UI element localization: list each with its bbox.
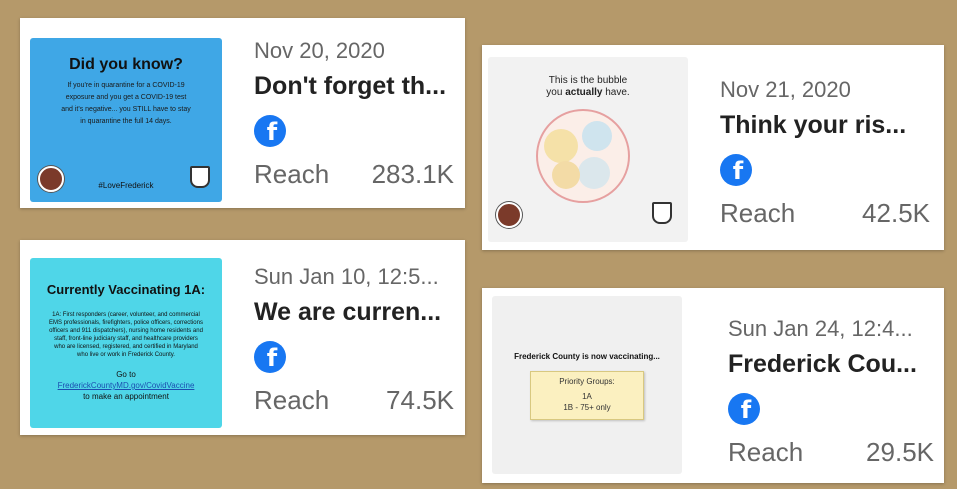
reach-label: Reach (720, 198, 796, 228)
facebook-icon: f (254, 341, 286, 373)
post-card-2[interactable]: This is the bubble you actually have. No… (482, 45, 944, 250)
thumb-heading: Did you know? (69, 56, 183, 73)
post-date: Sun Jan 24, 12:4... (728, 316, 913, 341)
reach-label: Reach (254, 385, 330, 415)
reach-value: 283.1K (371, 159, 454, 189)
thumb-body: 1A: First responders (career, volunteer,… (49, 312, 203, 358)
county-seal-icon (496, 202, 522, 228)
thumb-heading: Currently Vaccinating 1A: (46, 282, 206, 297)
post-thumbnail-1[interactable]: Did you know? If you're in quarantine fo… (30, 38, 222, 202)
post-thumbnail-4[interactable]: Frederick County is now vaccinating... P… (492, 296, 682, 474)
post-headline[interactable]: Don't forget th... (254, 72, 454, 101)
post-card-3[interactable]: Currently Vaccinating 1A: 1A: First resp… (20, 240, 465, 435)
post-card-1[interactable]: Did you know? If you're in quarantine fo… (20, 18, 465, 208)
thumb-heading: Frederick County is now vaccinating... (514, 352, 660, 361)
post-date: Nov 20, 2020 (254, 38, 385, 63)
facebook-icon: f (728, 393, 760, 425)
facebook-icon: f (254, 115, 286, 147)
thumb-cta: to make an appointment (83, 392, 169, 401)
post-thumbnail-2[interactable]: This is the bubble you actually have. (488, 57, 688, 242)
reach-value: 29.5K (866, 437, 934, 467)
post-date: Nov 21, 2020 (720, 77, 851, 102)
post-card-4[interactable]: Frederick County is now vaccinating... P… (482, 288, 944, 483)
reach-value: 74.5K (386, 385, 454, 415)
post-thumbnail-3[interactable]: Currently Vaccinating 1A: 1A: First resp… (30, 258, 222, 428)
sticky-note: Priority Groups: 1A 1B - 75+ only (530, 371, 644, 420)
county-seal-icon (38, 166, 64, 192)
post-headline[interactable]: Frederick Cou... (728, 350, 934, 379)
vaccine-link[interactable]: FrederickCountyMD.gov/CovidVaccine (58, 381, 195, 390)
facebook-icon: f (720, 154, 752, 186)
reach-label: Reach (254, 159, 330, 189)
health-shield-icon (652, 202, 672, 224)
thumb-goto: Go to (116, 370, 136, 379)
post-date: Sun Jan 10, 12:5... (254, 264, 439, 289)
reach-value: 42.5K (862, 198, 930, 228)
reach-label: Reach (728, 437, 804, 467)
thumb-body: If you're in quarantine for a COVID-19 e… (61, 82, 191, 125)
health-shield-icon (190, 166, 210, 188)
bubble-illustration (536, 109, 630, 203)
post-headline[interactable]: Think your ris... (720, 111, 930, 140)
post-headline[interactable]: We are curren... (254, 298, 454, 327)
thumb-caption: This is the bubble you actually have. (546, 75, 630, 98)
